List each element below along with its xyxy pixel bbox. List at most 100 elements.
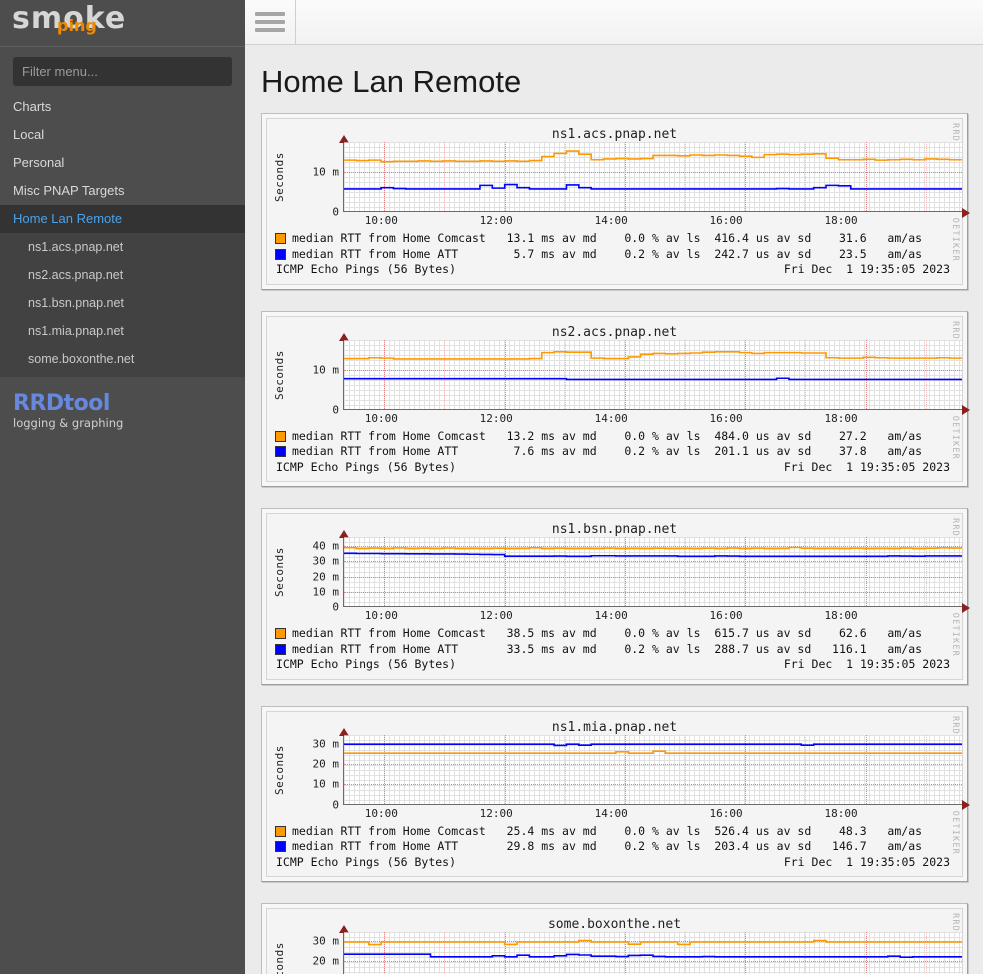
- page-title: Home Lan Remote: [261, 64, 522, 99]
- y-axis-label: Seconds: [273, 547, 286, 597]
- graph-panel[interactable]: ns1.acs.pnap.netRRDTOOL / TOBI OETIKERSe…: [261, 113, 970, 290]
- legend-text: median RTT from Home Comcast 13.2 ms av …: [292, 428, 923, 443]
- graph-image: ns2.acs.pnap.netRRDTOOL / TOBI OETIKERSe…: [266, 315, 970, 482]
- x-tick-label: 16:00: [709, 806, 743, 820]
- x-axis-ticks: 10:00 12:00 14:00 16:00 18:00: [343, 607, 933, 625]
- legend-text: median RTT from Home Comcast 38.5 ms av …: [292, 626, 923, 640]
- sidebar-subitem-ns2-acs[interactable]: ns2.acs.pnap.net: [0, 261, 245, 289]
- x-tick-label: 14:00: [594, 609, 628, 622]
- sidebar-item-home-lan-remote[interactable]: Home Lan Remote: [0, 205, 245, 233]
- legend-footer: ICMP Echo Pings (56 Bytes) Fri Dec 1 19:3…: [275, 460, 962, 476]
- series-line: [344, 378, 962, 379]
- filter-menu-input[interactable]: [13, 57, 232, 86]
- graph-image: some.boxonthe.netRRDTOOL / TOBI OETIKERS…: [266, 908, 963, 974]
- graph-title: some.boxonthe.net: [547, 917, 682, 932]
- y-axis-label: Seconds: [273, 744, 286, 795]
- smokeping-logo[interactable]: smoke ping: [0, 0, 245, 47]
- legend-footer-right: Fri Dec 1 19:35:05 2023: [783, 657, 950, 671]
- x-tick-label: 10:00: [364, 411, 398, 425]
- x-axis-row: 10:00 12:00 14:00 16:00 18:00: [267, 607, 962, 625]
- legend-color-swatch: [275, 628, 286, 640]
- x-tick-label: 16:00: [709, 411, 743, 425]
- x-tick-label: 18:00: [824, 609, 858, 622]
- x-tick-label: 14:00: [594, 214, 628, 227]
- hamburger-icon[interactable]: [245, 0, 296, 44]
- x-tick-label: 16:00: [709, 214, 743, 227]
- plot-row: Seconds30 m20 m10 m0: [267, 727, 970, 811]
- series-layer: [344, 340, 962, 409]
- hamburger-bar: [255, 12, 285, 16]
- legend-row: median RTT from Home ATT 33.5 ms av md 0…: [275, 642, 962, 658]
- legend-footer-left: ICMP Echo Pings (56 Bytes): [276, 854, 457, 869]
- series-line: [344, 185, 962, 189]
- legend-footer-left: ICMP Echo Pings (56 Bytes): [276, 459, 457, 474]
- series-line: [344, 547, 962, 548]
- y-tick-label: 40 m: [312, 539, 340, 553]
- sidebar-menu: Charts Local Personal Misc PNAP Targets …: [0, 93, 245, 377]
- graph-panel[interactable]: ns1.bsn.pnap.netRRDTOOL / TOBI OETIKERSe…: [261, 508, 970, 685]
- graph-title: ns1.bsn.pnap.net: [551, 522, 678, 537]
- graph-legend: median RTT from Home Comcast 38.5 ms av …: [267, 625, 962, 679]
- y-tick-label: 0: [332, 798, 339, 811]
- graph-panel[interactable]: ns1.mia.pnap.netRRDTOOL / TOBI OETIKERSe…: [261, 705, 970, 882]
- plot-row: Seconds 10 m 0: [267, 332, 970, 416]
- series-line: [344, 744, 962, 745]
- legend-footer: ICMP Echo Pings (56 Bytes) Fri Dec 1 19:3…: [275, 657, 962, 673]
- y-tick-label: 30 m: [312, 554, 340, 568]
- graph-panel[interactable]: ns2.acs.pnap.netRRDTOOL / TOBI OETIKERSe…: [261, 310, 970, 487]
- legend-text: median RTT from Home ATT 5.7 ms av md 0.…: [292, 246, 923, 261]
- x-tick-label: 18:00: [824, 806, 858, 820]
- legend-color-swatch: [275, 446, 286, 458]
- legend-footer-left: ICMP Echo Pings (56 Bytes): [276, 262, 457, 276]
- x-tick-label: 16:00: [709, 609, 743, 622]
- y-tick-label: 0: [332, 600, 339, 614]
- graph-panel[interactable]: some.boxonthe.netRRDTOOL / TOBI OETIKERS…: [261, 903, 968, 974]
- plot-row: Seconds 40 m 30 m 20 m 10 m0: [267, 530, 970, 614]
- y-tick-label: 30 m: [312, 934, 340, 948]
- topbar: [245, 0, 983, 45]
- legend-color-swatch: [275, 233, 286, 245]
- series-line: [344, 351, 962, 358]
- series-line: [344, 553, 962, 556]
- x-axis-ticks: 10:00 12:00 14:00 16:00 18:00: [343, 805, 933, 823]
- legend-text: median RTT from Home Comcast 13.1 ms av …: [292, 231, 923, 245]
- sidebar-item-misc-pnap-targets[interactable]: Misc PNAP Targets: [0, 177, 245, 205]
- plot-area: [338, 727, 970, 810]
- hamburger-bar: [255, 20, 285, 24]
- sidebar-subitem-ns1-bsn[interactable]: ns1.bsn.pnap.net: [0, 289, 245, 317]
- y-axis-ticks: 40 m 30 m 20 m 10 m0: [291, 537, 343, 614]
- sidebar-subitem-some-boxonthe[interactable]: some.boxonthe.net: [0, 345, 245, 373]
- legend-color-swatch: [275, 248, 286, 260]
- legend-row: median RTT from Home Comcast 25.4 ms av …: [275, 824, 962, 840]
- plot-row: Seconds30 m20 m10 m0: [267, 925, 962, 974]
- rrdtool-subtitle: logging & graphing: [13, 416, 124, 430]
- y-tick-label: 10 m: [312, 585, 340, 599]
- sidebar-item-local[interactable]: Local: [0, 121, 245, 149]
- legend-row: median RTT from Home ATT 29.8 ms av md 0…: [275, 839, 962, 855]
- graph-image: ns1.acs.pnap.netRRDTOOL / TOBI OETIKERSe…: [266, 118, 970, 285]
- sidebar-item-charts[interactable]: Charts: [0, 93, 245, 121]
- x-tick-label: 14:00: [594, 806, 628, 820]
- series-layer: [344, 932, 962, 974]
- hamburger-bar: [255, 28, 285, 32]
- y-tick-label: 0: [332, 205, 339, 219]
- rrdtool-logo[interactable]: RRDtool logging & graphing: [0, 377, 245, 431]
- series-layer: [344, 735, 962, 804]
- legend-text: median RTT from Home Comcast 25.4 ms av …: [292, 823, 923, 838]
- graph-title: ns1.mia.pnap.net: [551, 719, 678, 735]
- y-axis-label: Seconds: [273, 942, 286, 974]
- sidebar-item-personal[interactable]: Personal: [0, 149, 245, 177]
- y-tick-label: 30 m: [312, 737, 340, 751]
- graph-image: ns1.bsn.pnap.netRRDTOOL / TOBI OETIKERSe…: [266, 513, 970, 680]
- sidebar-subitem-ns1-acs[interactable]: ns1.acs.pnap.net: [0, 233, 245, 261]
- y-tick-label: 10 m: [312, 165, 340, 179]
- legend-text: median RTT from Home ATT 33.5 ms av md 0…: [292, 641, 923, 656]
- legend-text: median RTT from Home ATT 7.6 ms av md 0.…: [292, 444, 923, 458]
- graph-legend: median RTT from Home Comcast 25.4 ms av …: [267, 823, 962, 877]
- sidebar-subitem-ns1-mia[interactable]: ns1.mia.pnap.net: [0, 317, 245, 345]
- y-tick-label: 20 m: [312, 570, 340, 584]
- series-line: [344, 751, 962, 753]
- legend-row: median RTT from Home Comcast 38.5 ms av …: [275, 626, 962, 642]
- y-tick-label: 20 m: [312, 954, 340, 968]
- x-axis-row: 10:00 12:00 14:00 16:00 18:00: [267, 410, 962, 428]
